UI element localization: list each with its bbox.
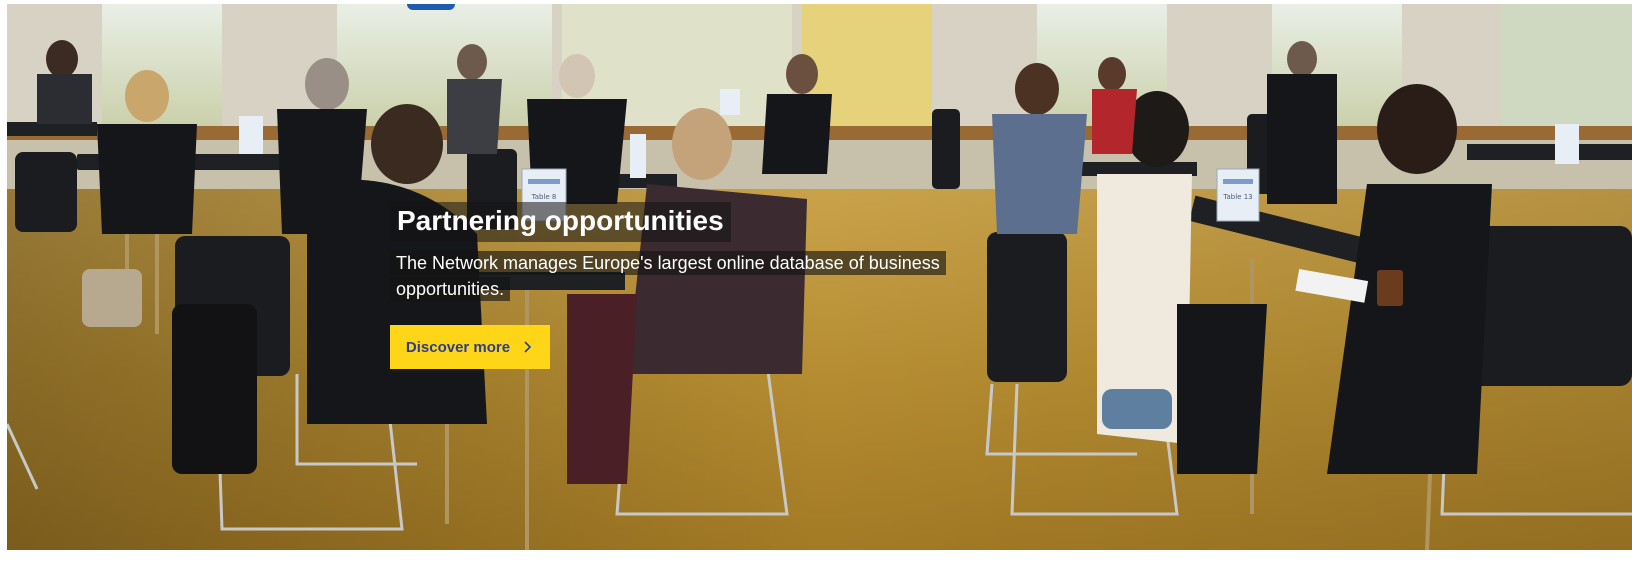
hero-caption: Partnering opportunities The Network man… — [390, 202, 990, 369]
hero-title: Partnering opportunities — [390, 202, 731, 242]
table-card-8: Table 8 — [531, 193, 557, 201]
table-card-13: Table 13 — [1222, 193, 1252, 201]
discover-more-button[interactable]: Discover more — [390, 325, 550, 369]
hero-description-block: The Network manages Europe's largest onl… — [390, 250, 980, 302]
chevron-right-icon — [524, 341, 532, 353]
hero-description: The Network manages Europe's largest onl… — [390, 251, 946, 301]
hero-banner: Table 8 Table 13 Partnering opportunitie… — [7, 4, 1632, 550]
discover-more-label: Discover more — [405, 338, 511, 356]
site-logo-tab[interactable] — [407, 4, 455, 10]
